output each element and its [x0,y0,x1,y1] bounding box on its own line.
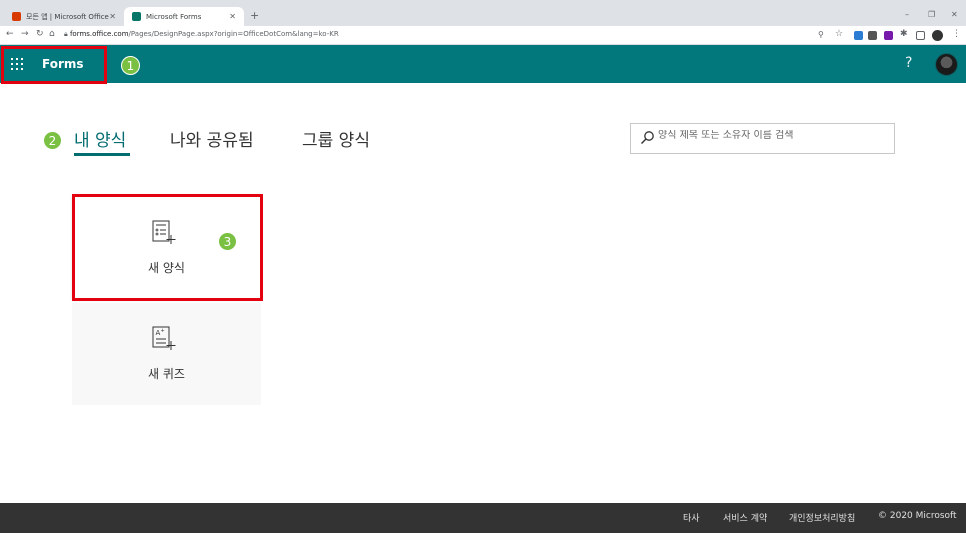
footer-link-privacy[interactable]: 개인정보처리방침 [789,511,855,524]
new-quiz-icon: A + [152,326,176,350]
tab-title: Microsoft Forms [146,12,202,21]
tab-my-forms[interactable]: 내 양식 [74,126,126,151]
forms-header [0,45,966,83]
home-icon[interactable]: ⌂ [49,29,55,39]
new-quiz-card[interactable]: A + 새 퀴즈 [72,303,261,405]
bottom-strip [0,533,966,543]
tab-shared-with-me[interactable]: 나와 공유됨 [170,126,254,151]
step-badge-3: 3 [218,232,237,251]
zoom-icon[interactable]: ⚲ [818,30,824,39]
office-icon [12,12,21,21]
minimize-button[interactable]: – [905,10,909,19]
url-field[interactable]: 🔒︎ forms.office.com/Pages/DesignPage.asp… [64,30,339,39]
tab-title: 모든 앱 | Microsoft Office [26,12,109,21]
browser-tab-office[interactable]: 모든 앱 | Microsoft Office ✕ [4,7,124,26]
tab-group-forms[interactable]: 그룹 양식 [302,126,370,151]
close-tab-icon[interactable]: ✕ [109,12,116,21]
puzzle-icon[interactable]: ✱ [900,29,908,39]
forward-icon[interactable]: → [21,29,29,39]
extension-icon[interactable] [868,31,877,40]
search-box[interactable] [630,123,895,154]
close-tab-icon[interactable]: ✕ [229,12,236,21]
footer-link-third-party[interactable]: 타사 [683,511,700,524]
highlight-box-header [1,46,107,84]
step-badge-2: 2 [43,131,62,150]
browser-tab-forms[interactable]: Microsoft Forms ✕ [124,7,244,26]
search-icon [641,131,654,144]
extension-icon[interactable] [854,31,863,40]
close-window-button[interactable]: ✕ [951,10,958,19]
new-tab-button[interactable]: + [250,9,259,22]
new-quiz-label: 새 퀴즈 [148,367,185,381]
footer-copyright: © 2020 Microsoft [878,511,957,521]
extension-icon[interactable] [884,31,893,40]
profile-icon[interactable] [932,30,943,41]
bookmark-star-icon[interactable]: ☆ [835,29,843,39]
footer-link-service-agreement[interactable]: 서비스 계약 [723,511,767,524]
avatar[interactable] [935,53,958,76]
svg-text:+: + [161,328,165,334]
restore-button[interactable]: ❐ [928,10,935,19]
back-icon[interactable]: ← [6,29,14,39]
search-input[interactable] [658,130,888,141]
forms-icon [132,12,141,21]
step-badge-1: 1 [121,56,140,75]
more-menu-icon[interactable]: ⋮ [952,29,961,39]
cast-icon[interactable] [916,31,925,40]
help-button[interactable]: ? [905,55,912,71]
active-tab-underline [74,153,130,156]
reload-icon[interactable]: ↻ [36,29,44,39]
